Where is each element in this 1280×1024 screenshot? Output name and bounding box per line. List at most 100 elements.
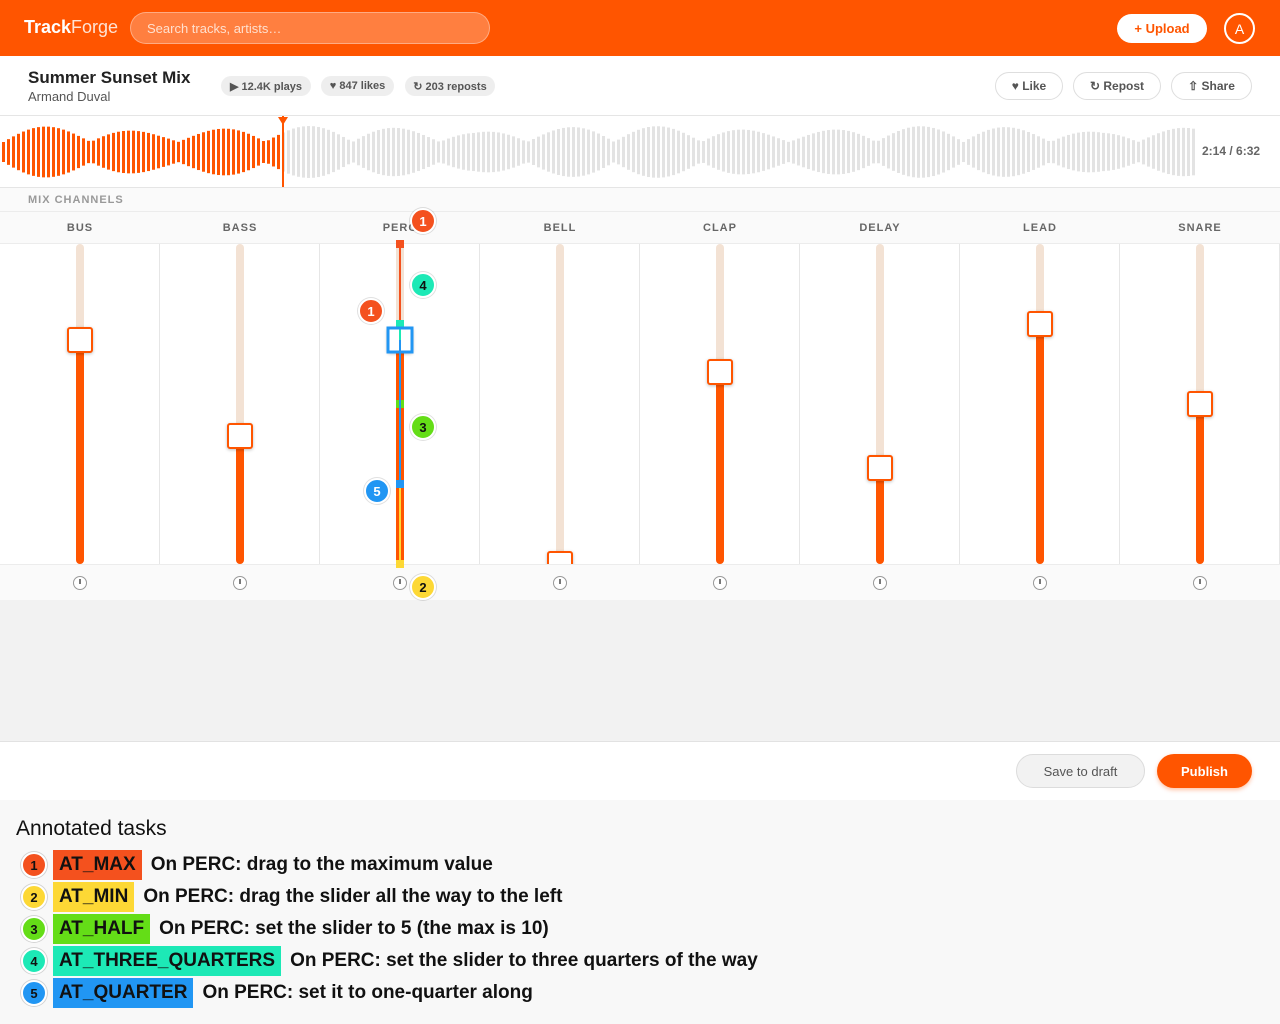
waveform-bar (187, 137, 190, 167)
avatar[interactable]: A (1224, 13, 1255, 44)
waveform-bar (672, 128, 675, 176)
task-row: 4 AT_THREE_QUARTERS On PERC: set the slide… (21, 946, 758, 976)
fader-thumb[interactable] (707, 359, 733, 385)
search-input[interactable] (130, 12, 490, 44)
waveform-bar (1082, 131, 1085, 173)
task-description: On PERC: drag the slider all the way to … (143, 886, 563, 907)
pan-knob-icon[interactable] (553, 576, 567, 590)
waveform-bar (1177, 128, 1180, 176)
waveform-bar (12, 136, 15, 168)
share-button[interactable]: ⇧ Share (1171, 72, 1252, 100)
task-description: On PERC: set it to one-quarter along (202, 982, 533, 1003)
waveform-bar (662, 126, 665, 178)
waveform-bar (477, 132, 480, 172)
waveform-bar (957, 139, 960, 165)
save-draft-button[interactable]: Save to draft (1016, 754, 1145, 788)
fader-thumb[interactable] (1187, 391, 1213, 417)
waveform-bar (52, 127, 55, 177)
fader-fill (396, 340, 404, 564)
fader-thumb[interactable] (867, 455, 893, 481)
waveform-bar (977, 133, 980, 171)
channel-footer (1120, 564, 1280, 600)
task-number-badge: 2 (21, 884, 47, 910)
waveform-bar (802, 136, 805, 168)
task-number-badge: 3 (21, 916, 47, 942)
waveform-bar (1007, 127, 1010, 177)
fader-track[interactable] (387, 244, 413, 564)
waveform-bar (397, 128, 400, 176)
waveform-bar (197, 133, 200, 171)
waveform-bar (642, 128, 645, 176)
fader-fill (716, 372, 724, 564)
waveform-bar (737, 129, 740, 175)
fader-fill (236, 436, 244, 564)
fader-track[interactable] (227, 244, 253, 564)
tasks-title: Annotated tasks (16, 817, 167, 840)
pan-knob-icon[interactable] (1033, 576, 1047, 590)
waveform-bar (502, 133, 505, 171)
task-row: 3 AT_HALF On PERC: set the slider to 5 (th… (21, 914, 549, 944)
waveform-bar (507, 134, 510, 170)
waveform-bar (1157, 133, 1160, 171)
waveform-bar (1017, 128, 1020, 176)
fader-thumb[interactable] (1027, 311, 1053, 337)
waveform-bar (442, 140, 445, 164)
track-artist[interactable]: Armand Duval (28, 89, 110, 104)
fader-fill (76, 340, 84, 564)
fader-track[interactable] (707, 244, 733, 564)
waveform[interactable]: 2:14 / 6:32 (0, 116, 1280, 188)
pan-knob-icon[interactable] (73, 576, 87, 590)
pan-knob-icon[interactable] (1193, 576, 1207, 590)
pan-knob-icon[interactable] (233, 576, 247, 590)
waveform-bar (767, 134, 770, 170)
waveform-bar (342, 136, 345, 168)
fader-track[interactable] (67, 244, 93, 564)
fader-track[interactable] (1187, 244, 1213, 564)
waveform-bar (182, 139, 185, 165)
waveform-bar (492, 131, 495, 173)
annotation-marker: 3 (410, 414, 436, 440)
waveform-bar (472, 132, 475, 172)
waveform-bar (1072, 133, 1075, 171)
waveform-bar (902, 129, 905, 175)
waveform-bar (392, 127, 395, 177)
fader-thumb[interactable] (227, 423, 253, 449)
waveform-bars[interactable] (0, 116, 1280, 188)
waveform-bar (562, 127, 565, 177)
waveform-bar (987, 129, 990, 175)
waveform-bar (842, 130, 845, 174)
repost-button[interactable]: ↻ Repost (1073, 72, 1161, 100)
waveform-bar (572, 127, 575, 177)
fader-thumb[interactable] (387, 327, 413, 353)
waveform-bar (467, 133, 470, 171)
logo[interactable]: TrackForge (24, 17, 118, 38)
upload-button[interactable]: + Upload (1117, 14, 1207, 43)
waveform-bar (162, 137, 165, 167)
waveform-bar (57, 128, 60, 176)
waveform-bar (857, 133, 860, 171)
waveform-bar (202, 132, 205, 172)
waveform-bar (1102, 132, 1105, 172)
waveform-bar (887, 135, 890, 169)
plays-badge: ▶ 12.4K plays (221, 76, 311, 96)
channel-label: BUS (0, 211, 160, 244)
waveform-bar (762, 133, 765, 171)
channel-label: LEAD (960, 211, 1120, 244)
waveform-bar (297, 127, 300, 177)
playhead-marker-icon[interactable] (278, 117, 288, 125)
fader-track[interactable] (867, 244, 893, 564)
waveform-bar (337, 134, 340, 170)
waveform-bar (772, 136, 775, 168)
pan-knob-icon[interactable] (713, 576, 727, 590)
waveform-bar (1062, 136, 1065, 168)
channel-clap: CLAP (640, 211, 800, 600)
fader-thumb[interactable] (67, 327, 93, 353)
like-button[interactable]: ♥ Like (995, 72, 1063, 100)
fader-track[interactable] (547, 244, 573, 577)
waveform-bar (332, 131, 335, 173)
playhead[interactable] (282, 116, 284, 187)
fader-track[interactable] (1027, 244, 1053, 564)
pan-knob-icon[interactable] (873, 576, 887, 590)
pan-knob-icon[interactable] (393, 576, 407, 590)
publish-button[interactable]: Publish (1157, 754, 1252, 788)
